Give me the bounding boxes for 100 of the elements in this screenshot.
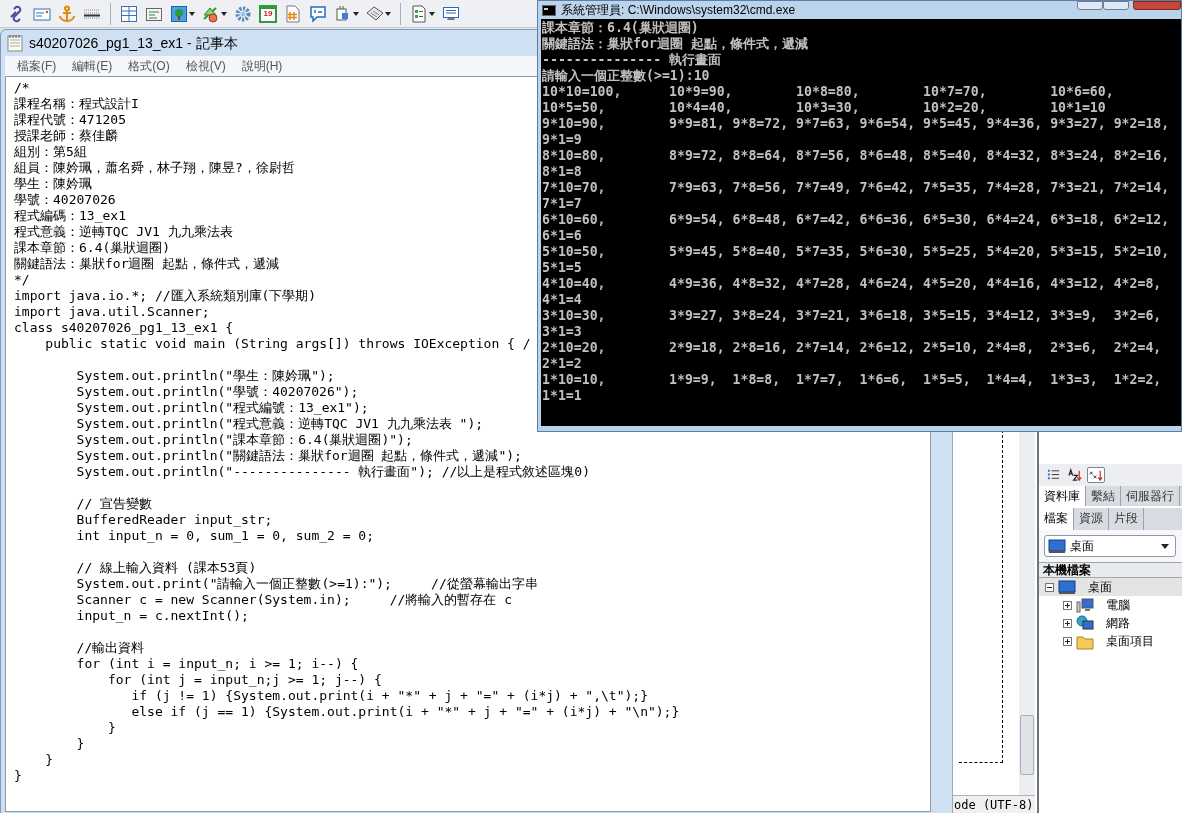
menu-item[interactable]: 編輯(E) [66, 57, 119, 75]
computer-icon [1076, 596, 1094, 614]
scrollbar-thumb[interactable] [1020, 715, 1034, 775]
code-line: 程式意義：逆轉TQC JV1 九九乘法表 [14, 224, 233, 240]
tree-item[interactable]: 桌面項目 [1039, 632, 1182, 650]
code-line: class s40207026_pg1_13_ex1 { [14, 320, 234, 336]
collapse-icon[interactable] [1045, 582, 1054, 592]
code-line: System.out.println("關鍵語法：巢狀for迴圈 起點，條件式，遞減"); [75, 448, 522, 464]
code-line: BufferedReader input_str; [75, 512, 273, 528]
code-line: System.out.print("請輸入一個正整數(>=1):"); //從螢幕輸出字串 [75, 576, 538, 592]
table-icon[interactable] [120, 4, 138, 23]
console-line: 9*1=9 [542, 132, 582, 148]
code-line: System.out.println("--------------- 執行畫面"); //以上是程式敘述區塊0) [75, 464, 590, 480]
code-line: public static void main (String args[]) throws IOException { / [44, 336, 531, 352]
menu-item[interactable]: 說明(H) [235, 57, 289, 75]
menu-item[interactable]: 檢視(V) [179, 57, 232, 75]
scrollbar[interactable] [1019, 430, 1035, 795]
notepad-icon [7, 34, 23, 52]
code-line: import java.util.Scanner; [14, 304, 210, 320]
console-line: 6*1=6 [542, 228, 582, 244]
console-line: 5*10=50, 5*9=45, 5*8=40, 5*7=35, 5*6=30, 5*5=25, 5*4=20, 5*3=15, 5*2=10, [542, 244, 1170, 260]
tab[interactable]: 資料庫 [1039, 486, 1086, 506]
monitor-icon[interactable] [442, 4, 460, 23]
code-line: input_n = c.nextInt(); [75, 608, 249, 624]
console-line: 8*1=8 [542, 164, 582, 180]
code-line: 課程名稱：程式設計I [14, 96, 139, 112]
expand-icon[interactable] [1063, 600, 1072, 610]
maximize-button[interactable] [1103, 1, 1129, 10]
caret-icon[interactable] [221, 11, 227, 16]
caret-icon[interactable] [353, 11, 359, 16]
caret-icon[interactable] [429, 11, 435, 16]
console-line: 6*10=60, 6*9=54, 6*8=48, 6*7=42, 6*6=36, 6*5=30, 6*4=24, 6*3=18, 6*2=12, [542, 212, 1170, 228]
console-line: 4*1=4 [542, 292, 582, 308]
code-line: 關鍵語法：巢狀for迴圈 起點，條件式，遞減 [14, 256, 280, 272]
status-text: ode (UTF-8) [953, 795, 1035, 813]
console-line: 7*1=7 [542, 196, 582, 212]
expand-icon[interactable] [1063, 636, 1072, 646]
code-line: System.out.println("程式編號：13_ex1"); [75, 400, 369, 416]
window-title: 系統管理員: C:\Windows\system32\cmd.exe [561, 2, 796, 19]
console-line: 關鍵語法：巢狀for迴圈 起點，條件式，遞減 [542, 36, 808, 52]
section-header: 本機檔案 [1039, 562, 1182, 578]
code-line: 授課老師：蔡佳麟 [14, 128, 118, 144]
comment-icon[interactable] [309, 4, 327, 23]
calendar-icon[interactable]: 19 [259, 4, 277, 23]
code-line: } [44, 752, 54, 768]
console-line: 2*1=2 [542, 356, 582, 372]
code-line: 課本章節：6.4(巢狀迴圈) [14, 240, 171, 256]
console-line: 課本章節：6.4(巢狀迴圈) [542, 20, 699, 36]
code-line: } [106, 720, 116, 736]
expand-icon[interactable] [1063, 618, 1072, 628]
console-line: --------------- 執行畫面 [542, 52, 722, 68]
hash-page-icon[interactable] [284, 4, 302, 23]
console-line: 1*10=10, 1*9=9, 1*8=8, 1*7=7, 1*6=6, 1*5=5, 1*4=4, 1*3=3, 1*2=2, [542, 372, 1162, 388]
code-line: Scanner c = new Scanner(System.in); //將輸入的暫存在 c [75, 592, 512, 608]
image-icon[interactable] [170, 4, 188, 23]
shapes-icon[interactable] [202, 4, 220, 23]
tag-icon[interactable] [366, 4, 384, 23]
tab[interactable]: 檔案 [1039, 508, 1074, 530]
code-line: for (int i = input_n; i >= 1; i--) { [75, 656, 359, 672]
caret-icon[interactable] [189, 11, 195, 16]
code-line: if (j != 1) {System.out.print(i + "*" + j + "=" + (i*j) + ",\t");} [130, 688, 648, 704]
minimize-button[interactable] [1077, 1, 1103, 10]
code-line: /* [14, 80, 30, 96]
menu-item[interactable]: 檔案(F) [11, 57, 63, 75]
code-line: // 宣告變數 [75, 496, 153, 512]
console-line: 3*1=3 [542, 324, 582, 340]
code-line: for (int j = input_n;j >= 1; j--) { [106, 672, 382, 688]
tree-item[interactable]: 電腦 [1039, 596, 1182, 614]
code-line: else if (j == 1) {System.out.print(i + "*" + j + "=" + (i*j) + "\n");} [130, 704, 680, 720]
gear-icon[interactable] [234, 4, 252, 23]
code-line: System.out.println("課本章節：6.4(巢狀迴圈)"); [75, 432, 413, 448]
page-icon[interactable] [410, 4, 428, 23]
tree-item[interactable]: 桌面 [1039, 578, 1182, 596]
caret-icon[interactable] [1161, 543, 1169, 549]
console-line: 10*10=100, 10*9=90, 10*8=80, 10*7=70, 10*6=60, [542, 84, 1114, 100]
sort-icon[interactable] [1066, 467, 1084, 483]
code-line: 組員：陳妗珮，蕭名舜，林子翔，陳昱?，徐尉哲 [14, 160, 295, 176]
location-dropdown[interactable]: 桌面 [1044, 535, 1176, 557]
code-line: } [14, 768, 22, 784]
code-line: import java.io.*; //匯入系統類別庫(下學期) [14, 288, 317, 304]
console-line: 1*1=1 [542, 388, 582, 404]
code-line: System.out.println("學號：40207026"); [75, 384, 359, 400]
code-line: 程式編碼：13_ex1 [14, 208, 126, 224]
monitor-icon [1048, 537, 1066, 555]
code-line: */ [14, 272, 30, 288]
menu-item[interactable]: 格式(O) [122, 57, 176, 75]
code-line: 學號：40207026 [14, 192, 116, 208]
code-line: // 線上輸入資料 (課本53頁) [75, 560, 257, 576]
console-line: 9*10=90, 9*9=81, 9*8=72, 9*7=63, 9*6=54, 9*5=45, 9*4=36, 9*3=27, 9*2=18, [542, 116, 1170, 132]
code-line: int input_n = 0, sum_1 = 0, sum_2 = 0; [75, 528, 375, 544]
console-icon [542, 4, 556, 16]
console-line: 3*10=30, 3*9=27, 3*8=24, 3*7=21, 3*6=18, 3*5=15, 3*4=12, 3*3=9, 3*2=6, [542, 308, 1162, 324]
console-line: 8*10=80, 8*9=72, 8*8=64, 8*7=56, 8*6=48, 8*5=40, 8*4=32, 8*3=24, 8*2=16, [542, 148, 1170, 164]
window-title: s40207026_pg1_13_ex1 - 記事本 [29, 33, 238, 53]
tree-item[interactable]: 網路 [1039, 614, 1182, 632]
code-line: //輸出資料 [75, 640, 145, 656]
code-line: 課程代號：471205 [14, 112, 126, 128]
network-icon [1076, 614, 1094, 632]
caret-icon[interactable] [385, 11, 391, 16]
console-line: 4*10=40, 4*9=36, 4*8=32, 4*7=28, 4*6=24, 4*5=20, 4*4=16, 4*3=12, 4*2=8, [542, 276, 1162, 292]
